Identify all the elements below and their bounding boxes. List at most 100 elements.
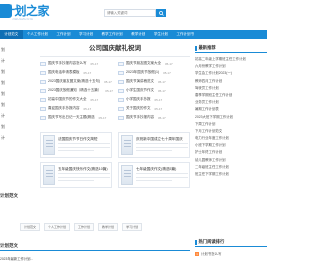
list-item[interactable]: 护士年终工作计划 <box>195 149 267 156</box>
list-item[interactable]: 小学生国庆节作文 05-17 <box>118 87 166 94</box>
article-card[interactable]: 庆祝新中国成立七十周年国庆 <box>118 132 190 158</box>
tag-chip[interactable]: 工作计划 <box>74 223 95 231</box>
article-date: 05-17 <box>165 61 173 66</box>
nav-item[interactable]: 学生计划 <box>150 30 173 39</box>
list-item[interactable]: 初高二年级上学期班主任工作计划 <box>195 56 267 63</box>
article-title[interactable]: 国庆节写出日记一天主题(精选 <box>48 115 95 120</box>
card-title[interactable]: 法国国庆节节日作文简短 <box>58 137 98 142</box>
list-item[interactable]: 小学国庆手抄报 05-17 <box>118 96 162 103</box>
list-item[interactable]: 2023年国庆节放假(1) 05-17 <box>118 69 171 76</box>
article-title[interactable]: 国庆节演讲稿范文 <box>126 79 154 84</box>
list-item[interactable]: 暑期工作计划表 <box>195 106 267 113</box>
article-date: 05-17 <box>105 88 113 93</box>
search-box <box>104 9 156 17</box>
list-item[interactable]: 小班下学期工作计划 <box>195 142 267 149</box>
list-item[interactable]: 2023年最新工作计划... <box>0 256 33 261</box>
nav-item[interactable]: 学习计划 <box>75 30 98 39</box>
nav-item[interactable]: 个人工作计划 <box>23 30 53 39</box>
doc-icon <box>40 115 46 120</box>
article-card[interactable]: 七年级国庆作文(精选5篇) <box>118 162 190 188</box>
article-date: 05-17 <box>83 70 92 75</box>
article-title[interactable]: 国庆节手抄报内容 <box>126 115 154 120</box>
divider <box>0 250 190 251</box>
article-title[interactable]: 关于国庆的作文 <box>126 106 151 111</box>
list-item[interactable]: 喜迎国庆手抄报内容 05-17 <box>40 105 91 112</box>
article-title[interactable]: 国庆节朋友圈文案大全 <box>126 61 161 66</box>
accent-bar <box>195 239 197 245</box>
list-item[interactable]: 教师四月工作计划 <box>195 78 267 85</box>
section-header: 最新推荐 <box>195 44 267 53</box>
list-item[interactable]: 驾驶员工作计划 <box>195 85 267 92</box>
sidebar-item[interactable]: 计 <box>0 110 8 121</box>
list-item[interactable]: 1 计划书怎么写 <box>195 251 267 256</box>
card-title[interactable]: 五年级国庆快乐作文(精选10篇) <box>58 167 108 172</box>
page-title: 公司国庆献礼祝词 <box>89 45 141 52</box>
nav-item[interactable]: 工作计划 <box>52 30 75 39</box>
article-title[interactable]: 小学生国庆节作文 <box>126 88 154 93</box>
article-title[interactable]: 2023国庆放假通知（精选十五篇） <box>48 88 101 93</box>
nav-item[interactable]: 计划范文 <box>0 30 23 39</box>
list-item[interactable]: 国庆节写出日记一天主题(精选 05-17 <box>40 114 106 121</box>
tag-chip[interactable]: 个人工作计划 <box>44 223 71 231</box>
list-item[interactable]: 二年级班主任工作计划 <box>195 164 267 171</box>
search-input[interactable] <box>105 10 155 16</box>
article-title[interactable]: 初高中国庆节的作文大全 <box>48 97 87 102</box>
list-item[interactable]: 幼儿园教师工作计划 <box>195 157 267 164</box>
section-title: 计划范文 <box>0 243 18 248</box>
article-date: 05-17 <box>154 106 163 111</box>
card-title[interactable]: 庆祝新中国成立七十周年国庆 <box>136 137 183 142</box>
doc-icon <box>40 97 46 102</box>
list-item[interactable]: 业务员工作计划 <box>195 99 267 106</box>
list-item[interactable]: 2023国庆朋友圈文案(精选十五句) 05-17 <box>40 78 112 85</box>
sidebar-item[interactable]: 划 <box>0 88 8 99</box>
section-title: 计划范文 <box>0 193 18 198</box>
doc-icon <box>118 106 124 111</box>
sidebar-item[interactable]: 计 <box>0 55 8 66</box>
card-thumbnail <box>121 135 133 155</box>
article-card[interactable]: 法国国庆节节日作文简短 <box>40 132 112 158</box>
list-item[interactable]: 国庆节演讲稿范文 05-17 <box>118 78 166 85</box>
tag-chip[interactable]: 学习计划 <box>122 223 143 231</box>
tag-chip[interactable]: 计划范文 <box>20 223 41 231</box>
article-date: 05-17 <box>90 61 99 66</box>
ranking-title[interactable]: 计划书怎么写 <box>201 251 221 256</box>
list-item[interactable]: 2023大班下学期工作计划 <box>195 114 267 121</box>
nav-item[interactable]: 教学工作计划 <box>97 30 127 39</box>
search-button[interactable] <box>156 9 166 17</box>
sidebar-item[interactable]: 划 <box>0 44 8 55</box>
sidebar-item[interactable]: 划 <box>0 66 8 77</box>
list-item[interactable]: 2023国庆放假通知（精选十五篇） 05-17 <box>40 87 113 94</box>
article-title[interactable]: 国庆电话申请表模板 <box>48 70 80 75</box>
card-thumbnail <box>43 165 55 185</box>
article-date: 05-17 <box>158 115 166 120</box>
nav-item[interactable]: 教学计划 <box>127 30 150 39</box>
list-item[interactable]: 下月工作计划范文 <box>195 128 267 135</box>
list-item[interactable]: 电力行业年度工作计划 <box>195 135 267 142</box>
list-item[interactable]: 班主任下学期工作计划 <box>195 171 267 178</box>
list-item[interactable]: 关于国庆的作文 05-17 <box>118 105 162 112</box>
article-title[interactable]: 2023国庆朋友圈文案(精选十五句) <box>48 79 100 84</box>
tag-chip[interactable]: 教学计划 <box>98 223 119 231</box>
article-title[interactable]: 喜迎国庆手抄报内容 <box>48 106 80 111</box>
article-card[interactable]: 五年级国庆快乐作文(精选10篇) <box>40 162 112 188</box>
article-date: 05-17 <box>158 79 166 84</box>
sidebar-item[interactable]: 划 <box>0 99 8 110</box>
article-title[interactable]: 小学国庆手抄报 <box>126 97 151 102</box>
article-title[interactable]: 2023年国庆节放假(1) <box>126 70 159 75</box>
list-item[interactable]: 国庆节手抄报内容怎么写 05-17 <box>40 60 98 67</box>
nav-item[interactable]: 工作计划书 <box>172 30 198 39</box>
list-item[interactable]: 初高中国庆节的作文大全 05-17 <box>40 96 98 103</box>
list-item[interactable]: 国庆电话申请表模板 05-17 <box>40 69 91 76</box>
list-item[interactable]: 春季学期班主任工作计划 <box>195 92 267 99</box>
list-item[interactable]: 国庆节朋友圈文案大全 05-17 <box>118 60 173 67</box>
list-item[interactable]: 国庆节手抄报内容 05-17 <box>118 114 166 121</box>
sidebar-item[interactable]: 划 <box>0 121 8 132</box>
list-item[interactable]: 六月份教学工作计划 <box>195 63 267 70</box>
sidebar-item[interactable]: 划 <box>0 77 8 88</box>
sidebar-item[interactable]: 计 <box>0 132 8 143</box>
list-item[interactable]: 下周工作计划 <box>195 121 267 128</box>
card-title[interactable]: 七年级国庆作文(精选5篇) <box>136 167 176 172</box>
list-item[interactable]: 学生会工作计划2023(一) <box>195 70 267 77</box>
doc-icon <box>40 88 46 93</box>
article-title[interactable]: 国庆节手抄报内容怎么写 <box>48 61 87 66</box>
